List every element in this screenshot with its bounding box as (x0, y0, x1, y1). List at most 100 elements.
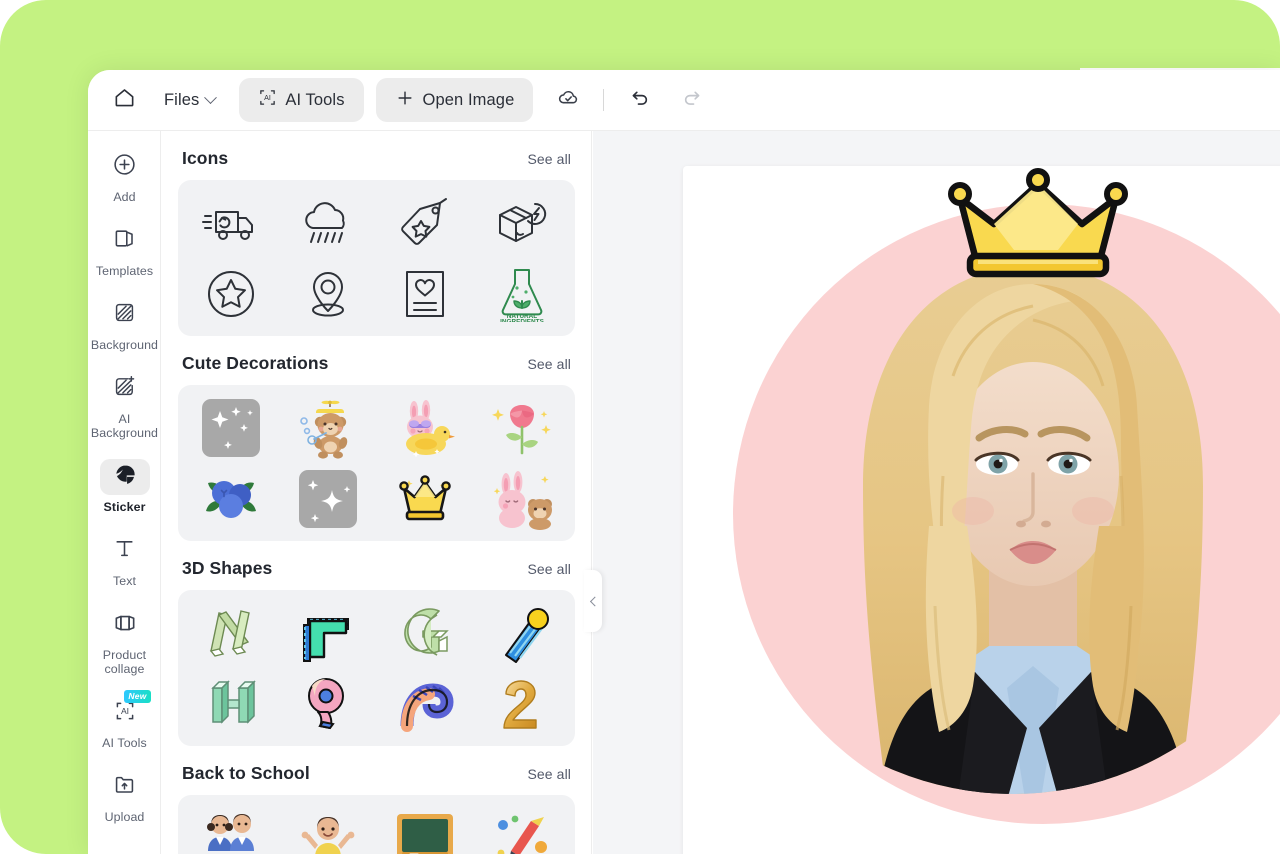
svg-text:AI: AI (264, 94, 271, 102)
sticker-cell-bunny-duck-float-sticker[interactable] (378, 393, 473, 462)
sticker-cell-heart-document-icon[interactable] (378, 259, 473, 328)
sticker-cell-map-pin-location-icon[interactable] (281, 259, 376, 328)
sticker-cell-school-supplies-photo[interactable] (474, 803, 569, 854)
sticker-cell-number-2-3d[interactable] (474, 669, 569, 738)
rail-label: Add (113, 190, 136, 204)
undo-button[interactable] (620, 81, 658, 119)
collapse-panel-button[interactable] (584, 570, 602, 632)
rail-item-add[interactable]: Add (88, 143, 160, 208)
applied-gold-crown-sticker[interactable] (938, 166, 1138, 298)
sticker-cell-letter-n-3d[interactable] (184, 598, 279, 667)
rail-item-ai-background[interactable]: AI Background (88, 365, 160, 444)
rail-item-text[interactable]: Text (88, 527, 160, 592)
open-image-button[interactable]: Open Image (375, 78, 534, 122)
home-button[interactable] (102, 80, 146, 120)
undo-arrow-icon (628, 87, 650, 114)
sticker-cell-curve-arc-3d[interactable] (378, 669, 473, 738)
sticker-cell-star-in-circle-icon[interactable] (184, 259, 279, 328)
ai-tools-label: AI Tools (285, 90, 345, 109)
collage-folds-icon (112, 610, 138, 641)
toolbar-divider (603, 89, 605, 111)
rail-label: Background (90, 338, 159, 352)
text-t-icon (112, 536, 137, 566)
screen-root: Files AI AI Tools Open Image Add Templat… (0, 0, 1280, 854)
section-title: Cute Decorations (182, 353, 329, 373)
sticker-cell-delivery-truck-icon[interactable] (184, 188, 279, 257)
redo-arrow-icon (682, 87, 704, 114)
section-title: Icons (182, 148, 229, 168)
chevron-down-icon (204, 90, 218, 104)
rail-item-ai-tools[interactable]: AI New AI Tools (88, 689, 160, 754)
ai-brackets-icon: AI (113, 699, 137, 728)
rail-label: Upload (104, 810, 145, 824)
rail-label: AI Tools (102, 736, 147, 750)
sticker-peel-icon (112, 462, 138, 493)
rail-icon-slot (100, 223, 150, 259)
sticker-cell-green-chalkboard-photo[interactable] (378, 803, 473, 854)
rail-icon-slot (99, 459, 150, 495)
rail-label: Templates (95, 264, 154, 278)
see-all-link-icons[interactable]: See all (527, 151, 571, 167)
sticker-cell-cheering-kid-photo[interactable] (281, 803, 376, 854)
sticker-cell-slash-stroke-3d[interactable] (474, 598, 569, 667)
sticker-grid-back-to-school (178, 795, 575, 854)
sticker-cell-letter-h-3d[interactable] (184, 669, 279, 738)
sticker-cell-natural-ingredients-flask-icon[interactable]: NATURAL INGREDIENTS (474, 259, 569, 328)
rail-icon-slot (100, 769, 150, 805)
ai-tools-button[interactable]: AI AI Tools (239, 78, 364, 122)
files-menu-button[interactable]: Files (152, 83, 227, 118)
hatched-square-icon (112, 300, 137, 330)
section-header-icons: Icons See all (178, 131, 575, 180)
app-window: Files AI AI Tools Open Image Add Templat… (88, 70, 1280, 854)
cloud-check-icon (557, 86, 580, 114)
svg-text:INGREDIENTS: INGREDIENTS (500, 318, 544, 322)
rail-icon-slot (100, 371, 150, 407)
portrait-artboard[interactable] (683, 166, 1280, 854)
redo-button[interactable] (674, 81, 712, 119)
rail-icon-slot (100, 607, 150, 643)
sticker-cell-gold-crown-sticker[interactable] (378, 464, 473, 533)
sticker-grid-icons: NATURAL INGREDIENTS (178, 180, 575, 336)
rail-item-templates[interactable]: Templates (88, 217, 160, 282)
sticker-cell-letter-f-3d[interactable] (281, 598, 376, 667)
sticker-grid-3d-shapes (178, 590, 575, 746)
sticker-cell-bubble-bear-sticker[interactable] (281, 393, 376, 462)
rail-label: Sticker (103, 500, 146, 514)
sticker-cell-blueberry-sticker[interactable] (184, 464, 279, 533)
files-menu-label: Files (164, 90, 200, 109)
rail-item-background[interactable]: Background (88, 291, 160, 356)
section-header-back-to-school: Back to School See all (178, 746, 575, 795)
left-tool-rail: Add Templates Background AI Background S… (88, 131, 161, 854)
svg-text:AI: AI (120, 706, 128, 716)
see-all-link-cute-decorations[interactable]: See all (527, 356, 571, 372)
sticker-cell-rain-cloud-icon[interactable] (281, 188, 376, 257)
rail-icon-slot (100, 533, 150, 569)
rail-item-upload[interactable]: Upload (88, 763, 160, 828)
sticker-cell-sparkle-tile-sticker[interactable] (184, 393, 279, 462)
sticker-cell-bunny-hug-bear-sticker[interactable] (474, 464, 569, 533)
sticker-cell-letter-g-3d[interactable] (378, 598, 473, 667)
sticker-cell-fast-parcel-box-icon[interactable] (474, 188, 569, 257)
top-toolbar: Files AI AI Tools Open Image (88, 70, 1280, 131)
blonde-woman-business-portrait[interactable] (803, 226, 1263, 854)
rail-label: AI Background (90, 412, 159, 440)
rail-icon-slot: AI New (100, 690, 151, 731)
canvas-area[interactable] (593, 131, 1280, 854)
sticker-cell-pink-tulip-sticker[interactable] (474, 393, 569, 462)
sticker-cell-number-9-3d[interactable] (281, 669, 376, 738)
chevron-left-icon (589, 596, 600, 606)
sticker-cell-two-kids-photo[interactable] (184, 803, 279, 854)
rail-label: Text (112, 574, 137, 588)
see-all-link-3d-shapes[interactable]: See all (527, 561, 571, 577)
cloud-save-status-button[interactable] (549, 81, 587, 119)
sticker-cell-sparkle-star-tile-sticker[interactable] (281, 464, 376, 533)
home-icon (113, 86, 136, 114)
rail-item-sticker[interactable]: Sticker (88, 453, 160, 518)
sticker-library-panel[interactable]: Icons See all NATURAL INGREDIENTS Cute D… (162, 131, 592, 854)
rail-icon-slot (100, 149, 150, 185)
section-header-cute-decorations: Cute Decorations See all (178, 336, 575, 385)
sticker-cell-star-price-tag-icon[interactable] (378, 188, 473, 257)
section-header-3d-shapes: 3D Shapes See all (178, 541, 575, 590)
rail-item-product-collage[interactable]: Product collage (88, 601, 160, 680)
see-all-link-back-to-school[interactable]: See all (527, 766, 571, 782)
